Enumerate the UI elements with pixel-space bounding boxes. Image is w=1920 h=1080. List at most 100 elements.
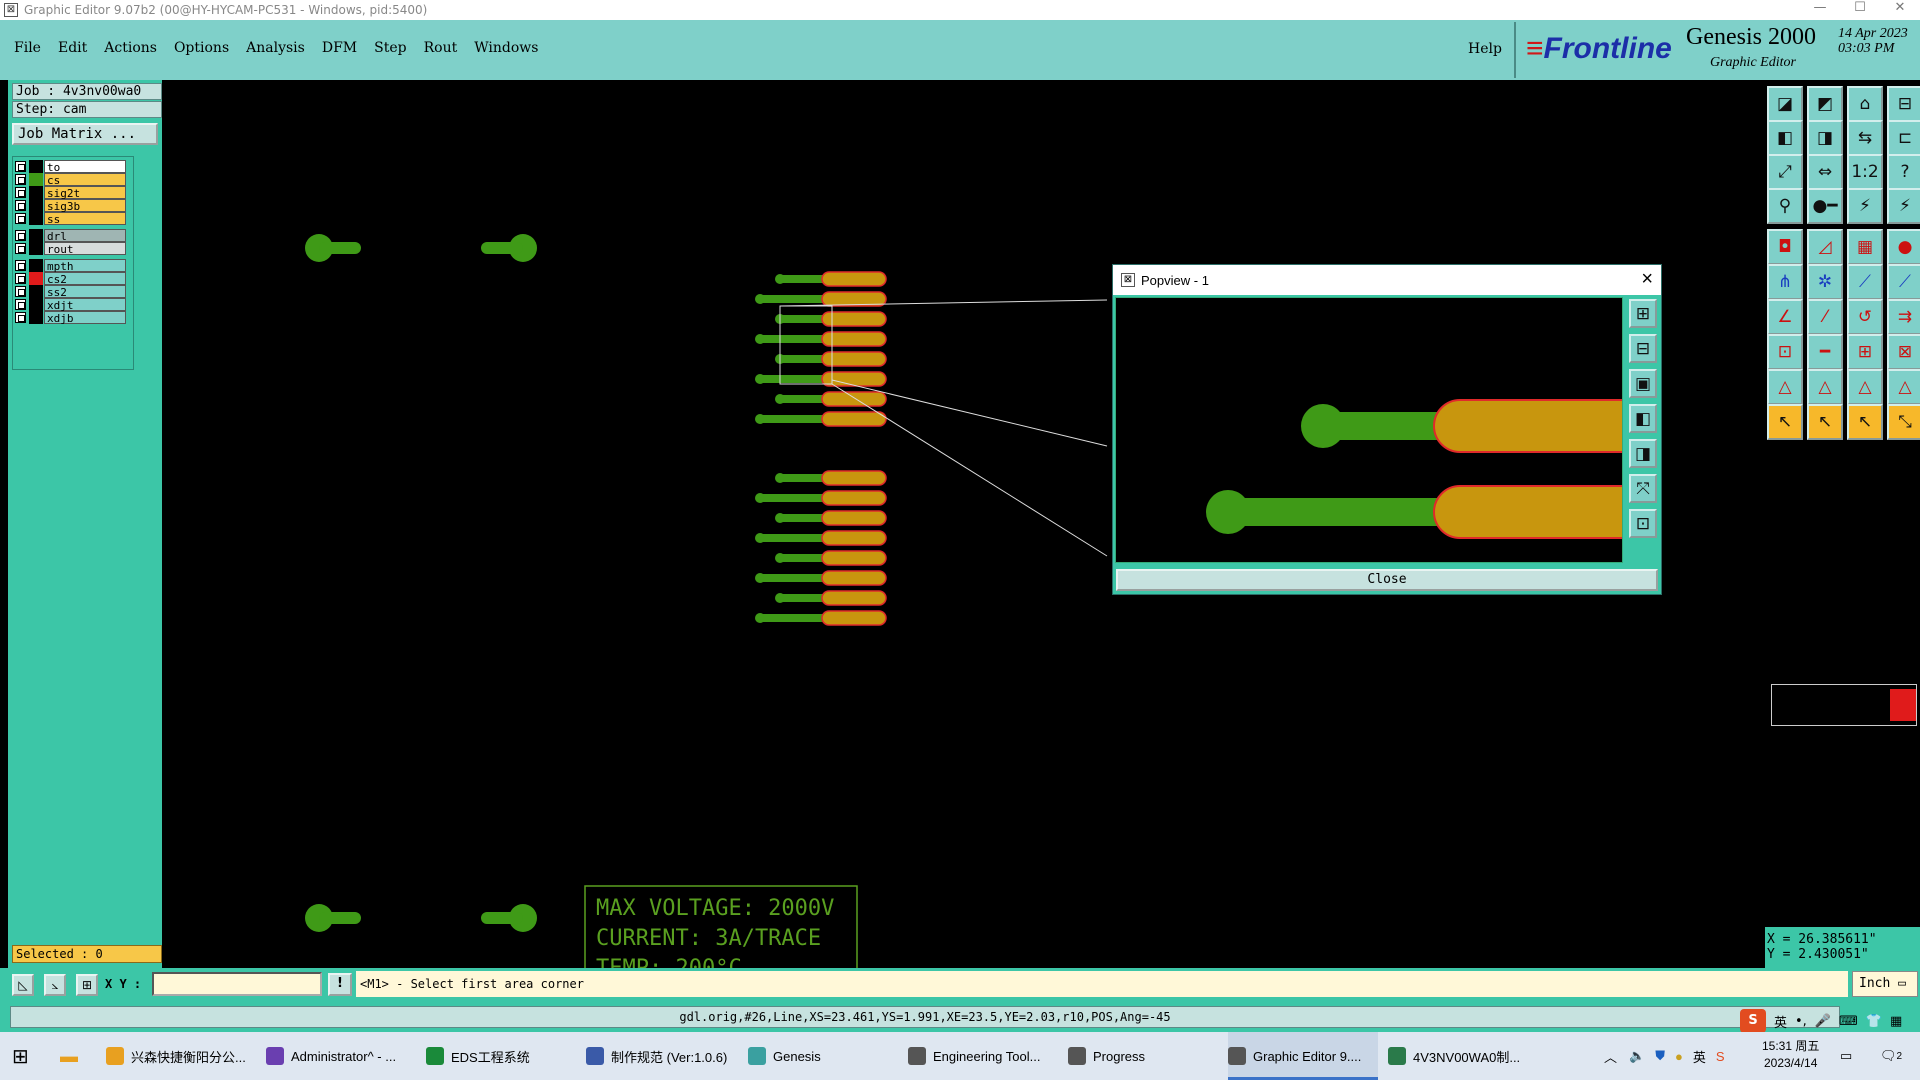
layer-checkbox[interactable] [15, 187, 26, 198]
apps-icon[interactable]: ▦ [1890, 1014, 1902, 1029]
keyboard-icon[interactable]: ⌨ [1839, 1014, 1858, 1029]
slash-icon[interactable]: ◿ [1807, 229, 1843, 265]
query-icon[interactable]: ? [1887, 154, 1920, 190]
move-icon[interactable]: ⊠ [1887, 334, 1920, 370]
layer-checkbox[interactable] [15, 312, 26, 323]
punct-icon[interactable]: •, [1795, 1014, 1807, 1029]
taskbar-item[interactable]: 4V3NV00WA0制... [1388, 1032, 1538, 1080]
layer-color-swatch[interactable] [29, 242, 43, 255]
layer-checkbox[interactable] [15, 213, 26, 224]
layer-color-swatch[interactable] [29, 173, 43, 186]
clock[interactable]: 15:31 周五 2023/4/14 [1762, 1038, 1819, 1072]
layer-row-cs[interactable]: cs [15, 173, 126, 187]
mic-icon[interactable]: 🎤 [1815, 1014, 1831, 1029]
layer-color-swatch[interactable] [29, 199, 43, 212]
menu-actions[interactable]: Actions [104, 40, 157, 56]
layer-row-drl[interactable]: drl [15, 229, 126, 243]
layer-color-swatch[interactable] [29, 229, 43, 242]
frame-icon[interactable]: ⊏ [1887, 120, 1920, 156]
popview-zoom-in-icon[interactable]: ⊞ [1629, 299, 1657, 328]
layer-name[interactable]: rout [44, 242, 126, 256]
layer-row-sig2t[interactable]: sig2t [15, 186, 126, 200]
layer-color-swatch[interactable] [29, 160, 43, 173]
shift-icon[interactable]: ⇉ [1887, 299, 1920, 335]
pad-icon[interactable]: ◘ [1767, 229, 1803, 265]
mirror-icon[interactable]: ⇆ [1847, 120, 1883, 156]
layer-color-swatch[interactable] [29, 285, 43, 298]
menu-help[interactable]: Help [1468, 41, 1502, 57]
exclaim-button[interactable]: ! [328, 973, 352, 996]
snap-icon[interactable]: ◺ [12, 974, 34, 996]
sogou-tray-icon[interactable]: S [1716, 1049, 1725, 1064]
menu-file[interactable]: File [14, 40, 41, 56]
cross-icon[interactable]: ✲ [1807, 264, 1843, 300]
popview-pan-left-icon[interactable]: ◧ [1629, 404, 1657, 433]
tray-lang[interactable]: 英 [1693, 1047, 1706, 1066]
taskbar-item[interactable]: Administrator^ - ... [266, 1032, 416, 1080]
rotate-icon[interactable]: ↺ [1847, 299, 1883, 335]
layer-row-sig3b[interactable]: sig3b [15, 199, 126, 213]
triangle-icon[interactable]: △ [1767, 369, 1803, 405]
file-explorer-icon[interactable]: ▬ [60, 1032, 88, 1080]
ime-lang[interactable]: 英 [1774, 1012, 1787, 1031]
layer-name[interactable]: drl [44, 229, 126, 243]
pointer4-icon[interactable]: ⤡ [1887, 404, 1920, 440]
layer-color-swatch[interactable] [29, 272, 43, 285]
menu-analysis[interactable]: Analysis [246, 40, 305, 56]
layer-name[interactable]: xdjb [44, 311, 126, 325]
popview-close-button[interactable]: Close [1116, 569, 1658, 591]
layer-name[interactable]: ss2 [44, 285, 126, 299]
connect-icon[interactable]: ⋔ [1767, 264, 1803, 300]
start-button[interactable]: ⊞ [12, 1032, 36, 1080]
layer-color-swatch[interactable] [29, 298, 43, 311]
layer-checkbox[interactable] [15, 273, 26, 284]
triangle3-icon[interactable]: △ [1847, 369, 1883, 405]
layer-name[interactable]: mpth [44, 259, 126, 273]
popview-viewport[interactable] [1115, 297, 1623, 563]
net-icon[interactable]: ⚡ [1847, 188, 1883, 224]
minimize-button[interactable]: — [1800, 0, 1840, 15]
layer-checkbox[interactable] [15, 230, 26, 241]
layer-color-swatch[interactable] [29, 311, 43, 324]
popview-close-icon[interactable]: × [1641, 268, 1653, 291]
xy-input[interactable] [152, 972, 322, 996]
popview-home-icon[interactable]: ⊡ [1629, 509, 1657, 538]
scale-icon[interactable]: 1:2 [1847, 154, 1883, 190]
triangle4-icon[interactable]: △ [1887, 369, 1920, 405]
unit-selector[interactable]: Inch ▭ [1852, 971, 1918, 997]
menu-edit[interactable]: Edit [58, 40, 87, 56]
layer-color-swatch[interactable] [29, 259, 43, 272]
layer-name[interactable]: cs2 [44, 272, 126, 286]
menu-windows[interactable]: Windows [474, 40, 538, 56]
zoom-home-icon[interactable]: ◪ [1767, 86, 1803, 122]
net2-icon[interactable]: ⚡ [1887, 188, 1920, 224]
close-window-button[interactable]: ✕ [1880, 0, 1920, 15]
pan-right-icon[interactable]: ◨ [1807, 120, 1843, 156]
sogou-icon[interactable]: S [1740, 1009, 1766, 1033]
triangle2-icon[interactable]: △ [1807, 369, 1843, 405]
measure-icon[interactable]: ⚲ [1767, 188, 1803, 224]
taskbar-item[interactable]: 制作规范 (Ver:1.0.6) [586, 1032, 736, 1080]
layer-color-swatch[interactable] [29, 212, 43, 225]
layer-row-to[interactable]: to [15, 160, 126, 174]
layer-row-ss[interactable]: ss [15, 212, 126, 226]
arc-icon[interactable]: ∠ [1767, 299, 1803, 335]
layer-checkbox[interactable] [15, 286, 26, 297]
popview-pan-down-icon[interactable]: ▣ [1629, 369, 1657, 398]
layer-row-cs2[interactable]: cs2 [15, 272, 126, 286]
layer-color-swatch[interactable] [29, 186, 43, 199]
center-icon[interactable]: ⇔ [1807, 154, 1843, 190]
layer-checkbox[interactable] [15, 243, 26, 254]
layer-row-mpth[interactable]: mpth [15, 259, 126, 273]
measure-icon[interactable]: ⦣ [44, 974, 66, 996]
slope-icon[interactable]: ⁄ [1807, 299, 1843, 335]
notification-icon[interactable]: 🗨 2 [1880, 1032, 1902, 1080]
pointer-icon[interactable]: ↖ [1767, 404, 1803, 440]
menu-options[interactable]: Options [174, 40, 229, 56]
menu-step[interactable]: Step [374, 40, 406, 56]
popview-fit-icon[interactable]: ⤧ [1629, 474, 1657, 503]
layer-name[interactable]: cs [44, 173, 126, 187]
page-icon[interactable]: ⊟ [1887, 86, 1920, 122]
mini-map[interactable] [1771, 684, 1917, 726]
select-box-icon[interactable]: ⊡ [1767, 334, 1803, 370]
